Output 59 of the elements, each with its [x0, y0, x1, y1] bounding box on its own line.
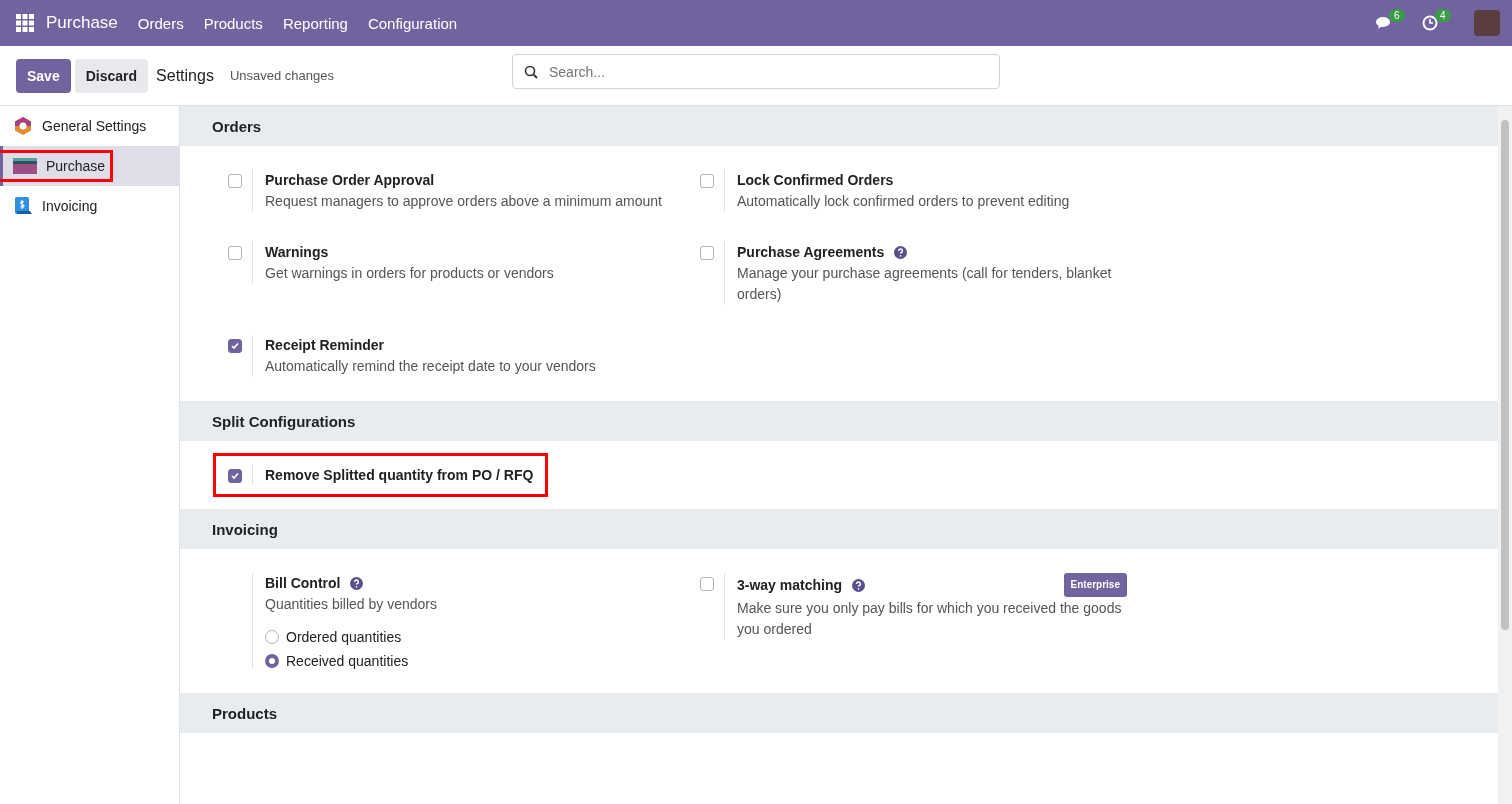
card-stack-icon — [13, 158, 37, 174]
checkbox[interactable] — [700, 174, 714, 188]
help-icon[interactable] — [852, 578, 866, 592]
setting-description: Manage your purchase agreements (call for tenders, blanket orders) — [737, 264, 1113, 304]
checkbox[interactable] — [700, 577, 714, 591]
setting-description: Automatically remind the receipt date to your vendors — [265, 357, 596, 376]
message-count: 6 — [1389, 9, 1405, 22]
scrollbar-thumb[interactable] — [1501, 120, 1509, 630]
unsaved-status: Unsaved changes — [229, 68, 334, 83]
checkmark-icon — [230, 471, 240, 481]
section-header: Split Configurations — [180, 401, 1498, 441]
checkbox[interactable] — [228, 246, 242, 260]
menu-item[interactable]: Configuration — [357, 14, 468, 32]
search-icon — [524, 65, 538, 79]
enterprise-badge: Enterprise — [1063, 573, 1127, 597]
radio-button[interactable] — [265, 630, 279, 644]
invoice-dollar-icon — [13, 196, 33, 216]
setting-description: Quantities billed by vendors — [265, 595, 437, 614]
setting-title: Lock Confirmed Orders — [737, 171, 894, 190]
setting-description: Make sure you only pay bills for which you received the goods you ordered — [737, 599, 1123, 639]
menu-item[interactable]: Products — [193, 14, 273, 32]
scrollbar[interactable] — [1498, 106, 1512, 804]
sidebar-item[interactable]: General Settings — [0, 106, 179, 146]
radio-button[interactable] — [265, 654, 279, 668]
setting-description: Automatically lock confirmed orders to prevent editing — [737, 192, 1070, 211]
setting-description: Request managers to approve orders above a minimum amount — [265, 192, 662, 211]
section-header: Orders — [180, 106, 1498, 146]
setting-title: Receipt Reminder — [265, 336, 385, 355]
sidebar-item[interactable]: Invoicing — [0, 186, 179, 226]
clock-icon[interactable] — [1422, 15, 1438, 31]
hexagon-logo-icon — [13, 116, 33, 136]
sidebar-item[interactable]: Purchase — [0, 146, 179, 186]
activity-count: 4 — [1435, 9, 1451, 22]
page-title: Settings — [156, 66, 214, 85]
setting-description: Get warnings in orders for products or vendors — [265, 264, 554, 283]
menu-item[interactable]: Reporting — [272, 14, 358, 32]
app-name[interactable]: Purchase — [46, 13, 118, 33]
section-header: Invoicing — [180, 509, 1498, 549]
setting-title: Bill Control — [265, 574, 341, 593]
radio-label[interactable]: Ordered quantities — [286, 629, 402, 645]
setting-title: Warnings — [265, 243, 329, 262]
setting-title: Remove Splitted quantity from PO / RFQ — [265, 466, 534, 485]
help-icon[interactable] — [894, 245, 908, 259]
setting-title: Purchase Order Approval — [265, 171, 435, 190]
checkbox[interactable] — [228, 469, 242, 483]
menu-item[interactable]: Orders — [127, 14, 194, 32]
discard-button[interactable]: Discard — [74, 58, 149, 93]
setting-title: Purchase Agreements — [737, 243, 885, 262]
checkmark-icon — [230, 341, 240, 351]
setting-title: 3-way matching — [737, 576, 843, 595]
help-icon[interactable] — [350, 576, 364, 590]
checkbox[interactable] — [700, 246, 714, 260]
save-button[interactable]: Save — [16, 58, 71, 93]
app-grid-icon[interactable] — [16, 14, 34, 32]
checkbox[interactable] — [228, 174, 242, 188]
checkbox[interactable] — [228, 339, 242, 353]
section-header: Products — [180, 693, 1498, 733]
radio-label[interactable]: Received quantities — [286, 653, 409, 669]
search-field[interactable]: Search... — [512, 54, 1000, 89]
